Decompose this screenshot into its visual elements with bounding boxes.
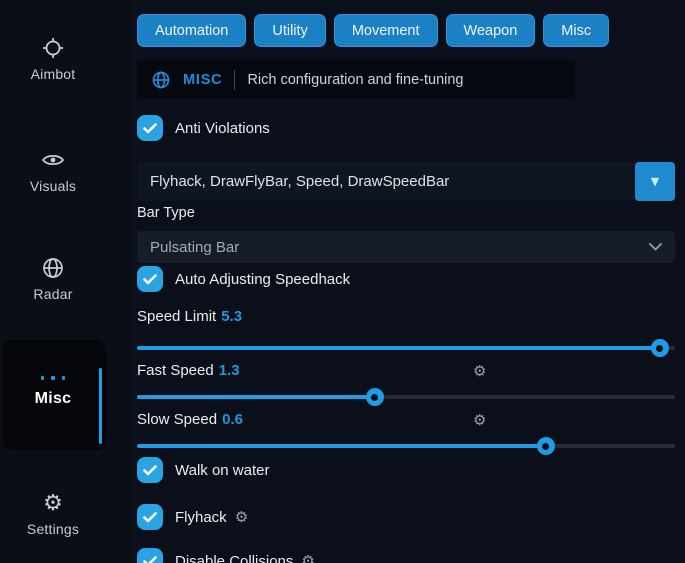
sidebar-item-label: Misc — [35, 390, 72, 408]
slow-speed-label: Slow Speed0.6 — [137, 411, 243, 428]
walk-on-water-checkbox[interactable] — [137, 457, 163, 483]
gear-icon: ⚙ — [41, 491, 65, 515]
slider-knob[interactable] — [366, 388, 384, 406]
dropdown-arrow-icon: ▼ — [651, 175, 659, 188]
checkbox-label: Flyhack ⚙ — [175, 508, 248, 526]
slider-knob[interactable] — [537, 437, 555, 455]
crosshair-icon — [41, 36, 65, 60]
tab-automation[interactable]: Automation — [137, 14, 246, 47]
divider — [234, 70, 235, 90]
sidebar-item-label: Radar — [33, 286, 72, 302]
sidebar: Aimbot Visuals Radar — [0, 0, 130, 563]
check-icon — [143, 556, 157, 563]
checkbox-label: Anti Violations — [175, 120, 270, 137]
fast-speed-slider[interactable] — [137, 388, 675, 406]
sidebar-item-label: Aimbot — [31, 66, 76, 82]
section-header: MISC Rich configuration and fine-tuning — [137, 60, 575, 99]
speed-limit-value: 5.3 — [221, 308, 242, 325]
sidebar-item-visuals[interactable]: Visuals — [0, 148, 106, 194]
globe-icon — [41, 256, 65, 280]
tab-movement[interactable]: Movement — [334, 14, 438, 47]
select-value: Pulsating Bar — [137, 239, 636, 256]
sidebar-item-misc[interactable]: Misc — [0, 372, 106, 408]
checkbox-label: Auto Adjusting Speedhack — [175, 271, 350, 288]
auto-adjusting-speedhack-checkbox[interactable] — [137, 266, 163, 292]
gear-icon[interactable]: ⚙ — [301, 552, 314, 563]
section-title: MISC — [183, 72, 222, 88]
bar-multiselect[interactable]: Flyhack, DrawFlyBar, Speed, DrawSpeedBar… — [137, 162, 675, 201]
gear-icon[interactable]: ⚙ — [235, 508, 248, 526]
slow-speed-slider[interactable] — [137, 437, 675, 455]
tab-weapon[interactable]: Weapon — [446, 14, 536, 47]
sidebar-item-radar[interactable]: Radar — [0, 256, 106, 302]
check-icon — [143, 512, 157, 523]
check-icon — [143, 465, 157, 476]
chevron-down-icon — [636, 243, 675, 251]
cheat-menu-window: Aimbot Visuals Radar — [0, 0, 685, 563]
speed-limit-slider[interactable] — [137, 339, 675, 357]
bar-type-label: Bar Type — [137, 205, 195, 221]
slow-speed-value: 0.6 — [222, 411, 243, 428]
slider-knob[interactable] — [651, 339, 669, 357]
check-icon — [143, 274, 157, 285]
section-subtitle: Rich configuration and fine-tuning — [247, 72, 463, 88]
speed-limit-label: Speed Limit5.3 — [137, 308, 242, 325]
gear-icon[interactable]: ⚙ — [473, 362, 486, 380]
sidebar-item-label: Settings — [27, 521, 79, 537]
category-tabs: Automation Utility Movement Weapon Misc — [137, 14, 609, 47]
anti-violations-checkbox[interactable] — [137, 115, 163, 141]
auto-adjusting-speedhack-row: Auto Adjusting Speedhack — [137, 266, 350, 292]
fast-speed-value: 1.3 — [219, 362, 240, 379]
disable-collisions-checkbox[interactable] — [137, 548, 163, 563]
bar-type-select[interactable]: Pulsating Bar — [137, 231, 675, 263]
sidebar-item-settings[interactable]: ⚙ Settings — [0, 491, 106, 537]
eye-icon — [41, 148, 65, 172]
check-icon — [143, 123, 157, 134]
anti-violations-row: Anti Violations — [137, 115, 270, 141]
tab-misc[interactable]: Misc — [543, 14, 609, 47]
flyhack-checkbox[interactable] — [137, 504, 163, 530]
tab-utility[interactable]: Utility — [254, 14, 325, 47]
globe-icon — [151, 70, 171, 90]
checkbox-label: Disable Collisions ⚙ — [175, 552, 315, 563]
flyhack-row: Flyhack ⚙ — [137, 504, 248, 530]
checkbox-label: Walk on water — [175, 462, 269, 479]
dropdown-open-button[interactable]: ▼ — [635, 162, 675, 201]
gear-icon[interactable]: ⚙ — [473, 411, 486, 429]
walk-on-water-row: Walk on water — [137, 457, 269, 483]
sidebar-item-aimbot[interactable]: Aimbot — [0, 36, 106, 82]
disable-collisions-row: Disable Collisions ⚙ — [137, 548, 315, 563]
fast-speed-label: Fast Speed1.3 — [137, 362, 240, 379]
ellipsis-icon — [41, 372, 65, 384]
sidebar-item-label: Visuals — [30, 178, 76, 194]
multiselect-value: Flyhack, DrawFlyBar, Speed, DrawSpeedBar — [137, 173, 635, 190]
